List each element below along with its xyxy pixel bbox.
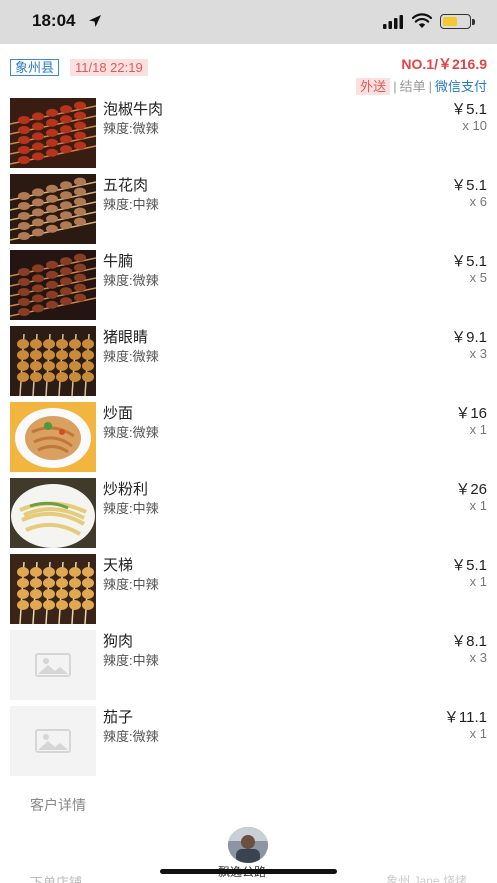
item-quantity: x 3 [469, 346, 487, 361]
item-price: ￥16 [455, 405, 487, 422]
item-quantity: x 1 [469, 726, 487, 741]
item-quantity: x 1 [469, 498, 487, 513]
food-image [10, 554, 96, 624]
avatar-photo [228, 827, 268, 863]
order-item[interactable]: 牛腩 辣度:微辣 ￥5.1 x 5 [0, 248, 497, 324]
food-photo [10, 98, 96, 168]
food-photo [10, 174, 96, 244]
item-name: 泡椒牛肉 [103, 101, 164, 118]
item-price: ￥9.1 [451, 329, 487, 346]
item-name: 茄子 [103, 709, 134, 726]
food-image [10, 326, 96, 396]
food-image [10, 402, 96, 472]
order-item[interactable]: 天梯 辣度:中辣 ￥5.1 x 1 [0, 552, 497, 628]
status-bar: 18:04 [0, 0, 497, 44]
order-number-total: NO.1/￥216.9 [401, 56, 487, 72]
item-quantity: x 5 [469, 270, 487, 285]
order-item[interactable]: 狗肉 辣度:中辣 ￥8.1 x 3 [0, 628, 497, 704]
item-spice-level: 辣度:微辣 [103, 273, 159, 288]
item-spice-level: 辣度:微辣 [103, 349, 159, 364]
item-price: ￥5.1 [451, 557, 487, 574]
item-spice-level: 辣度:微辣 [103, 425, 159, 440]
food-photo [10, 250, 96, 320]
food-photo [10, 554, 96, 624]
food-image [10, 174, 96, 244]
item-price: ￥26 [455, 481, 487, 498]
payment-method-tag: 微信支付 [434, 79, 487, 94]
item-name: 猪眼睛 [103, 329, 149, 346]
battery-level-fill [443, 17, 458, 26]
image-placeholder [10, 706, 96, 776]
item-spice-level: 辣度:中辣 [103, 653, 159, 668]
order-item-list: 泡椒牛肉 辣度:微辣 ￥5.1 x 10 五花肉 辣度:中辣 ￥5.1 x 6 … [0, 96, 497, 780]
food-photo [10, 478, 96, 548]
home-indicator[interactable] [160, 869, 337, 874]
wifi-icon [412, 13, 432, 28]
item-spice-level: 辣度:中辣 [103, 577, 159, 592]
order-header: 象州县 11/18 22:19 NO.1/￥216.9 外送 | 结单 | 微信支付 [0, 44, 497, 96]
battery-cap [472, 19, 475, 25]
item-quantity: x 1 [469, 574, 487, 589]
food-image [10, 478, 96, 548]
order-item[interactable]: 炒粉利 辣度:中辣 ￥26 x 1 [0, 476, 497, 552]
status-time: 18:04 [32, 11, 76, 30]
item-spice-level: 辣度:微辣 [103, 729, 159, 744]
item-quantity: x 10 [462, 118, 487, 133]
placeholder-image-icon [10, 630, 96, 700]
item-price: ￥5.1 [451, 101, 487, 118]
location-arrow-icon [89, 15, 101, 27]
food-photo [10, 402, 96, 472]
item-name: 炒粉利 [103, 481, 149, 498]
separator: | [393, 79, 397, 94]
order-item[interactable]: 泡椒牛肉 辣度:微辣 ￥5.1 x 10 [0, 96, 497, 172]
battery-icon [440, 14, 471, 29]
order-item[interactable]: 茄子 辣度:微辣 ￥11.1 x 1 [0, 704, 497, 780]
order-item[interactable]: 猪眼睛 辣度:微辣 ￥9.1 x 3 [0, 324, 497, 400]
bill-status-link[interactable]: 结单 [400, 79, 426, 94]
order-shop-label: 下单店铺 [30, 875, 83, 883]
delivery-tag: 外送 [356, 78, 391, 95]
order-item[interactable]: 炒面 辣度:微辣 ￥16 x 1 [0, 400, 497, 476]
order-meta: 外送 | 结单 | 微信支付 [356, 76, 487, 95]
item-spice-level: 辣度:中辣 [103, 197, 159, 212]
item-name: 狗肉 [103, 633, 134, 650]
item-price: ￥5.1 [451, 253, 487, 270]
order-item[interactable]: 五花肉 辣度:中辣 ￥5.1 x 6 [0, 172, 497, 248]
food-image [10, 250, 96, 320]
item-quantity: x 6 [469, 194, 487, 209]
food-photo [10, 326, 96, 396]
item-spice-level: 辣度:微辣 [103, 121, 159, 136]
image-placeholder [10, 630, 96, 700]
item-name: 五花肉 [103, 177, 149, 194]
item-price: ￥8.1 [451, 633, 487, 650]
food-image [10, 98, 96, 168]
item-price: ￥11.1 [443, 709, 487, 726]
county-tag: 象州县 [10, 59, 60, 76]
customer-details-section[interactable]: 客户详情 [30, 795, 86, 815]
item-quantity: x 3 [469, 650, 487, 665]
courier-avatar[interactable] [228, 827, 268, 863]
placeholder-image-icon [10, 706, 96, 776]
item-name: 牛腩 [103, 253, 134, 270]
item-spice-level: 辣度:中辣 [103, 501, 159, 516]
item-name: 天梯 [103, 557, 134, 574]
order-time-tag: 11/18 22:19 [70, 59, 148, 76]
item-quantity: x 1 [469, 422, 487, 437]
item-name: 炒面 [103, 405, 134, 422]
item-price: ￥5.1 [451, 177, 487, 194]
order-shop-value: 象州 Jane 烧烤 [386, 874, 467, 883]
cellular-signal-icon [383, 15, 403, 29]
separator: | [428, 79, 432, 94]
